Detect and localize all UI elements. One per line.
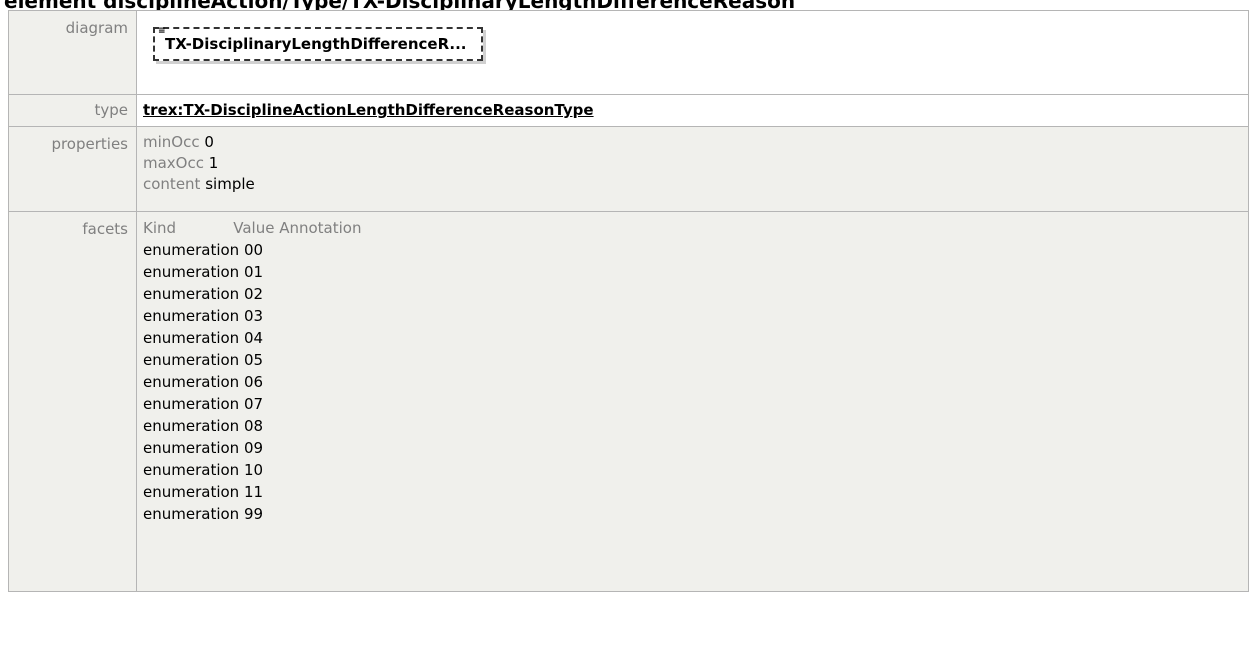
type-cell: trex:TX-DisciplineActionLengthDifference…	[136, 94, 1249, 127]
facet-item: enumeration 03	[143, 307, 264, 325]
facet-item: enumeration 07	[143, 395, 264, 413]
facet-item: enumeration 11	[143, 483, 264, 501]
facet-item: enumeration 05	[143, 351, 264, 369]
facet-item: enumeration 04	[143, 329, 264, 347]
diagram-row: diagram ≡ TX-DisciplinaryLengthDifferenc…	[8, 10, 1249, 95]
type-row: type trex:TX-DisciplineActionLengthDiffe…	[8, 94, 1249, 127]
diagram-label: diagram	[8, 10, 137, 95]
property-value: 1	[208, 154, 219, 172]
facets-row: facets Kind Value Annotation enumeration…	[8, 211, 1249, 592]
facets-cell: Kind Value Annotation enumeration 00 enu…	[136, 211, 1249, 592]
diagram-element-box[interactable]: ≡ TX-DisciplinaryLengthDifferenceR...	[153, 27, 483, 61]
property-minocc: minOcc 0	[143, 132, 1248, 153]
property-value: 0	[204, 133, 214, 151]
facets-label: facets	[8, 211, 137, 592]
diagram-cell: ≡ TX-DisciplinaryLengthDifferenceR...	[136, 10, 1249, 95]
element-doc-table: diagram ≡ TX-DisciplinaryLengthDifferenc…	[8, 10, 1249, 592]
properties-cell: minOcc 0 maxOcc 1 content simple	[136, 126, 1249, 212]
property-content: content simple	[143, 174, 1248, 195]
facets-header: Kind Value Annotation	[143, 219, 362, 237]
property-key: content	[143, 175, 201, 193]
property-key: maxOcc	[143, 154, 204, 172]
lines-icon: ≡	[158, 26, 166, 36]
type-label: type	[8, 94, 137, 127]
facet-item: enumeration 09	[143, 439, 264, 457]
property-key: minOcc	[143, 133, 200, 151]
type-link[interactable]: trex:TX-DisciplineActionLengthDifference…	[143, 101, 594, 119]
facet-item: enumeration 10	[143, 461, 264, 479]
facet-item: enumeration 06	[143, 373, 264, 391]
properties-row: properties minOcc 0 maxOcc 1 content sim…	[8, 126, 1249, 212]
facet-item: enumeration 99	[143, 505, 264, 523]
property-value: simple	[205, 175, 255, 193]
facet-item: enumeration 01	[143, 263, 264, 281]
diagram-element-name: TX-DisciplinaryLengthDifferenceR...	[165, 35, 467, 53]
facet-item: enumeration 00	[143, 241, 264, 259]
properties-label: properties	[8, 126, 137, 212]
property-maxocc: maxOcc 1	[143, 153, 1248, 174]
facet-item: enumeration 02	[143, 285, 264, 303]
facet-item: enumeration 08	[143, 417, 264, 435]
